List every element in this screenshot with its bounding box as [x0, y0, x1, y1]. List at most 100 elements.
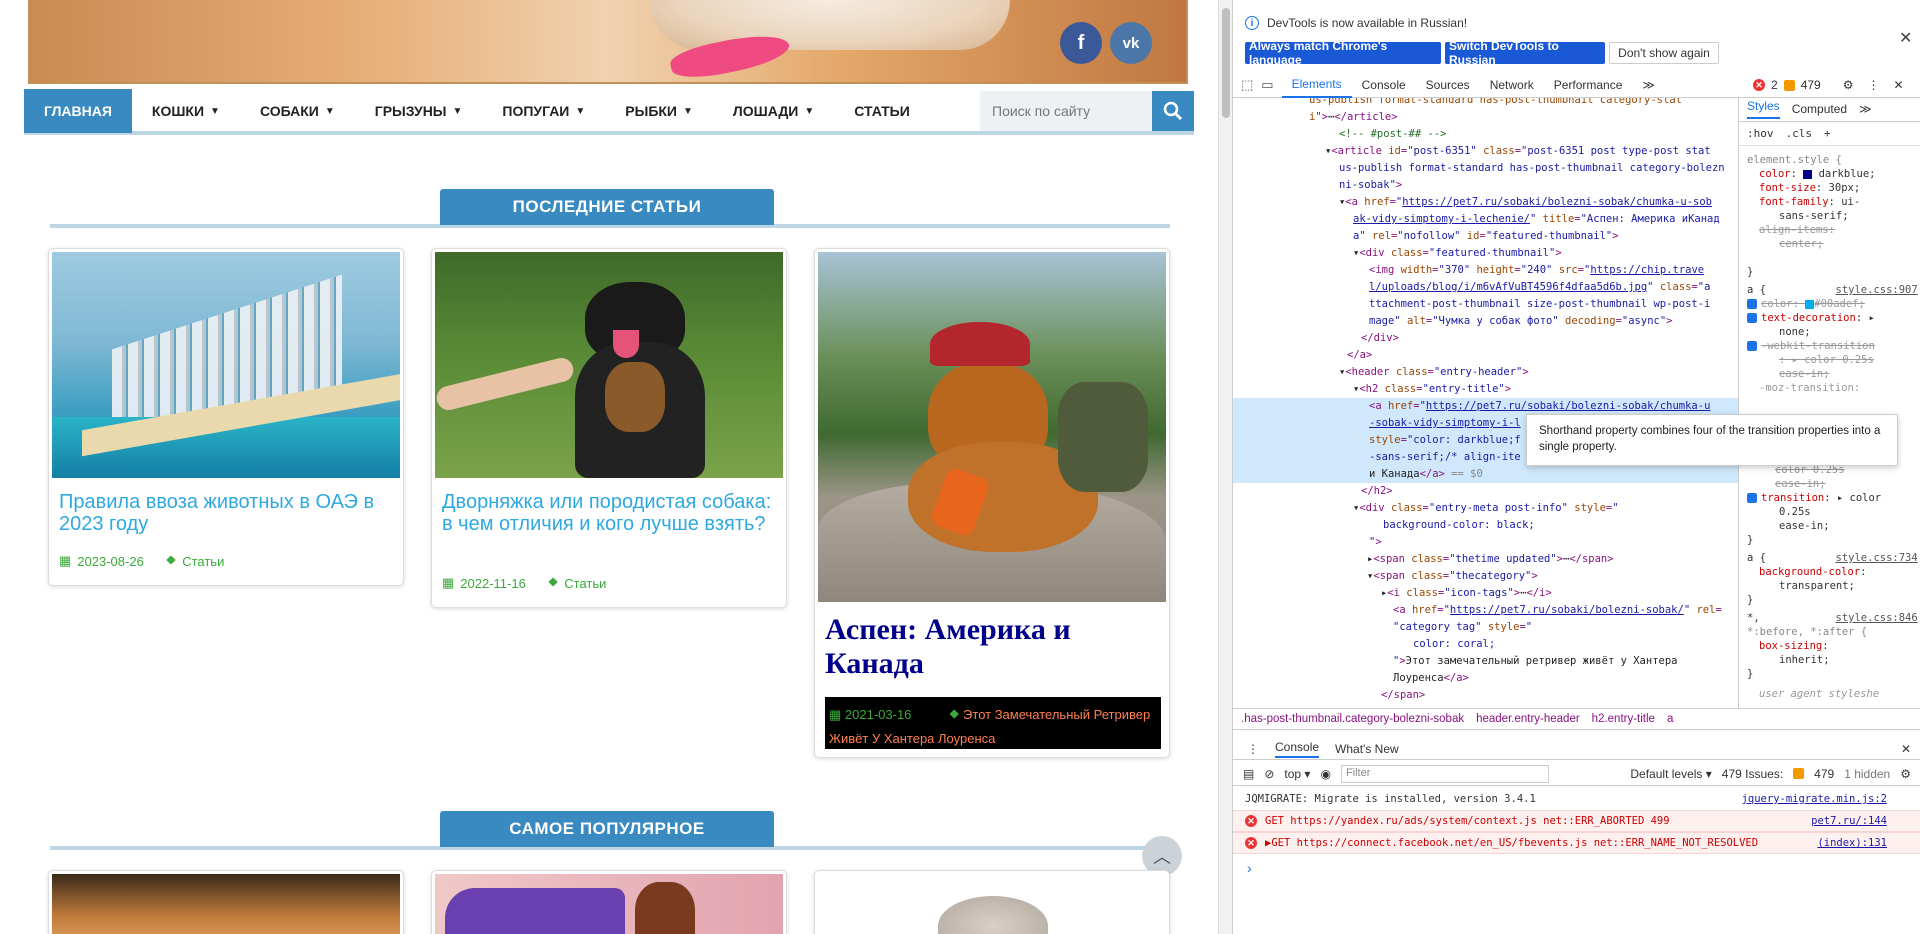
dom-line[interactable]: Лоуренса</a> — [1393, 670, 1469, 687]
article-title[interactable]: Аспен: Америка и Канада — [825, 613, 1161, 681]
style-decl[interactable]: ease-in; — [1779, 520, 1830, 534]
dom-line[interactable]: background-color: black; — [1383, 517, 1535, 534]
dom-line[interactable]: ni-sobak"> — [1339, 177, 1402, 194]
dom-line[interactable]: ▾<a href="https://pet7.ru/sobaki/bolezni… — [1339, 194, 1712, 211]
dom-line[interactable]: </div> — [1361, 330, 1399, 347]
style-decl[interactable]: center; — [1779, 238, 1823, 252]
dom-line[interactable]: ▾<div class="featured-thumbnail"> — [1353, 245, 1562, 262]
dom-line[interactable]: <a href="https://pet7.ru/sobaki/bolezni-… — [1393, 602, 1722, 619]
switch-russian-button[interactable]: Switch DevTools to Russian — [1445, 39, 1605, 67]
dom-line[interactable]: us-publish format-standard has-post-thum… — [1339, 160, 1725, 177]
close-banner-icon[interactable]: ✕ — [1899, 28, 1912, 48]
style-decl[interactable]: ease-in; — [1775, 478, 1826, 492]
style-decl[interactable]: background-color: — [1759, 566, 1866, 580]
popular-card[interactable] — [48, 870, 404, 934]
style-decl[interactable]: align-items: — [1759, 224, 1835, 238]
breadcrumb-item[interactable]: a — [1667, 713, 1673, 725]
tab-sources[interactable]: Sources — [1416, 72, 1480, 98]
tab-console[interactable]: Console — [1275, 740, 1320, 758]
dom-line[interactable]: ttachment-post-thumbnail size-post-thumb… — [1369, 296, 1710, 313]
style-decl[interactable]: none; — [1779, 326, 1811, 340]
style-decl[interactable]: : ▸ color 0.25s — [1779, 354, 1874, 368]
popular-image-kitten[interactable] — [818, 874, 1166, 934]
dom-line[interactable]: ▾<h2 class="entry-title"> — [1353, 381, 1511, 398]
dom-line-selected[interactable]: <a href="https://pet7.ru/sobaki/bolezni-… — [1233, 398, 1738, 415]
scrollbar-thumb[interactable] — [1222, 8, 1230, 118]
style-decl[interactable]: -moz-transition: — [1759, 382, 1860, 396]
dom-line[interactable]: "> — [1369, 534, 1382, 551]
style-decl[interactable]: transition: ▸ color — [1747, 492, 1881, 506]
style-decl[interactable]: inherit; — [1779, 654, 1830, 668]
warning-count[interactable]: 479 — [1801, 78, 1821, 92]
style-decl[interactable]: color: darkblue; — [1759, 168, 1875, 182]
style-decl[interactable]: ease-in; — [1779, 368, 1830, 382]
more-panes-icon[interactable]: ≫ — [1859, 102, 1872, 117]
breadcrumb-item[interactable]: header.entry-header — [1476, 713, 1580, 725]
article-title[interactable]: Правила ввоза животных в ОАЭ в 2023 году — [59, 491, 395, 535]
match-language-button[interactable]: Always match Chrome's language — [1245, 39, 1441, 67]
dom-line[interactable]: l/uploads/blog/i/m6vAfVuBT4596f4dfaa5d6b… — [1369, 279, 1710, 296]
article-category-link[interactable]: Статьи — [564, 576, 606, 591]
kebab-menu-icon[interactable]: ⋮ — [1867, 78, 1879, 92]
article-title[interactable]: Дворняжка или породистая собака: в чем о… — [442, 491, 778, 535]
issues-label[interactable]: 479 Issues: — [1722, 767, 1783, 781]
settings-gear-icon[interactable]: ⚙ — [1843, 78, 1854, 92]
dom-line[interactable]: "category tag" style=" — [1393, 619, 1532, 636]
nav-item-6[interactable]: ЛОШАДИ ▼ — [713, 89, 834, 133]
eye-icon[interactable]: ◉ — [1320, 767, 1330, 781]
console-source-link[interactable]: pet7.ru/:144 — [1811, 815, 1887, 827]
tab-network[interactable]: Network — [1480, 72, 1544, 98]
add-rule-icon[interactable]: + — [1824, 127, 1831, 141]
style-decl[interactable]: color: #00adef; — [1747, 298, 1865, 312]
nav-item-2[interactable]: СОБАКИ ▼ — [240, 89, 355, 133]
cls-toggle[interactable]: .cls — [1786, 127, 1813, 141]
tab-console[interactable]: Console — [1352, 72, 1416, 98]
issues-count[interactable]: 479 — [1814, 767, 1834, 781]
close-drawer-icon[interactable]: ✕ — [1901, 742, 1911, 756]
article-card[interactable]: Дворняжка или породистая собака: в чем о… — [431, 248, 787, 608]
popular-image-horse[interactable] — [435, 874, 783, 934]
style-decl[interactable]: text-decoration: ▸ — [1747, 312, 1875, 326]
dom-line[interactable]: ak-vidy-simptomy-i-lechenie/" title="Асп… — [1353, 211, 1720, 228]
dom-line[interactable]: а" rel="nofollow" id="featured-thumbnail… — [1353, 228, 1619, 245]
dom-line-selected[interactable]: и Канада</a> == $0 — [1233, 466, 1738, 483]
close-devtools-icon[interactable]: ✕ — [1893, 78, 1903, 92]
context-selector[interactable]: top ▾ — [1284, 767, 1310, 781]
style-decl[interactable]: 0.25s — [1779, 506, 1811, 520]
style-decl[interactable]: font-size: 30px; — [1759, 182, 1860, 196]
style-decl[interactable]: -webkit-transition — [1747, 340, 1875, 354]
nav-item-5[interactable]: РЫБКИ ▼ — [605, 89, 713, 133]
dom-line[interactable]: </a> — [1347, 347, 1372, 364]
kebab-menu-icon[interactable]: ⋮ — [1247, 742, 1259, 756]
dom-line[interactable]: <!-- #post-## --> — [1339, 126, 1446, 143]
style-decl[interactable]: box-sizing: — [1759, 640, 1829, 654]
dom-line[interactable]: ▾<span class="thecategory"> — [1367, 568, 1538, 585]
dom-line[interactable]: ▾<header class="entry-header"> — [1339, 364, 1529, 381]
style-decl[interactable]: sans-serif; — [1779, 210, 1849, 224]
inspect-element-icon[interactable]: ⬚ — [1241, 77, 1253, 93]
nav-item-4[interactable]: ПОПУГАИ ▼ — [482, 89, 605, 133]
console-message[interactable]: ✕ GET https://yandex.ru/ads/system/contex… — [1233, 810, 1920, 832]
article-image-dubai[interactable] — [52, 252, 400, 478]
dom-line[interactable]: ▾<div class="entry-meta post-info" style… — [1353, 500, 1619, 517]
tab-whats-new[interactable]: What's New — [1335, 742, 1399, 756]
popular-image-cat[interactable] — [52, 874, 400, 934]
log-levels-dropdown[interactable]: Default levels ▾ — [1630, 767, 1711, 781]
console-source-link[interactable]: (index):131 — [1817, 837, 1887, 849]
dom-line[interactable]: i">⋯</article> — [1309, 109, 1398, 126]
console-message[interactable]: ✕ ▶GET https://connect.facebook.net/en_US… — [1233, 832, 1920, 854]
console-message[interactable]: JQMIGRATE: Migrate is installed, version… — [1233, 788, 1920, 810]
sidebar-toggle-icon[interactable]: ▤ — [1243, 767, 1254, 781]
article-image-retriever[interactable] — [818, 252, 1166, 602]
nav-item-7[interactable]: СТАТЬИ — [834, 89, 930, 133]
tab-styles[interactable]: Styles — [1747, 100, 1780, 119]
article-category-link[interactable]: Статьи — [182, 554, 224, 569]
nav-item-3[interactable]: ГРЫЗУНЫ ▼ — [355, 89, 483, 133]
page-scrollbar[interactable] — [1218, 0, 1232, 934]
dom-line[interactable]: ▾<article id="post-6351" class="post-635… — [1325, 143, 1711, 160]
device-toolbar-icon[interactable]: ▭ — [1261, 77, 1273, 93]
nav-item-0[interactable]: ГЛАВНАЯ — [24, 89, 132, 133]
style-decl[interactable]: color 0.25s — [1775, 464, 1845, 478]
tab-performance[interactable]: Performance — [1544, 72, 1633, 98]
popular-card[interactable] — [431, 870, 787, 934]
